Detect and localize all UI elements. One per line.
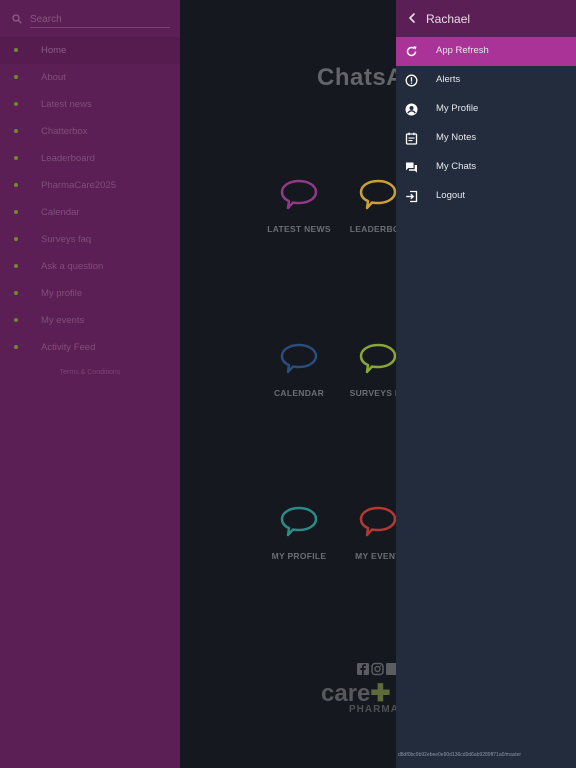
- side-menu-item-label: Activity Feed: [41, 342, 96, 353]
- logout-icon: [406, 190, 418, 203]
- tile-surveys-faq[interactable]: SURVEYS FA: [323, 342, 396, 412]
- chat-bubble-icon: [359, 506, 396, 537]
- side-menu-item-activity-feed[interactable]: Activity Feed: [0, 334, 180, 361]
- chevron-left-icon[interactable]: [406, 11, 418, 25]
- bullet-icon: [14, 183, 18, 187]
- account-circle-icon: [405, 103, 418, 116]
- tile-label: LEADERBOA: [349, 224, 396, 234]
- user-menu-panel: Rachael App Refresh Alerts My Profile My…: [396, 0, 576, 768]
- menu-item-label: App Refresh: [436, 45, 489, 56]
- build-version: d8df0bc9b92ebee0e90d136cd9d6ab9289ff71a0…: [398, 752, 522, 758]
- chat-bubble-icon: [280, 506, 318, 537]
- notes-icon: [405, 132, 418, 145]
- social-links: [357, 662, 396, 676]
- tile-my-events[interactable]: MY EVENT: [323, 505, 396, 575]
- bullet-icon: [14, 75, 18, 79]
- side-menu-item-label: Calendar: [41, 207, 80, 218]
- menu-item-label: My Chats: [436, 161, 477, 172]
- menu-item-label: Alerts: [436, 74, 461, 85]
- search-bar: [0, 6, 180, 34]
- alert-icon: [405, 74, 418, 87]
- chat-bubble-icon: [359, 343, 396, 374]
- menu-item-app-refresh[interactable]: App Refresh: [396, 37, 576, 66]
- side-menu-item-my-profile[interactable]: My profile: [0, 280, 180, 307]
- side-menu-item-my-events[interactable]: My events: [0, 307, 180, 334]
- menu-item-label: My Profile: [436, 103, 479, 114]
- search-icon: [12, 14, 22, 24]
- side-menu-item-label: About: [41, 72, 66, 83]
- side-menu-item-ask-a-question[interactable]: Ask a question: [0, 253, 180, 280]
- facebook-icon[interactable]: [357, 663, 369, 675]
- chats-icon: [406, 162, 417, 173]
- side-menu-item-label: Leaderboard: [41, 153, 95, 164]
- side-menu-item-label: Latest news: [41, 99, 92, 110]
- side-menu-item-calendar[interactable]: Calendar: [0, 199, 180, 226]
- side-menu-item-label: PharmaCare2025: [41, 180, 116, 191]
- side-menu-item-label: Home: [41, 45, 67, 56]
- menu-item-label: My Notes: [436, 132, 477, 143]
- plus-icon: ✚: [370, 680, 391, 707]
- twitter-icon[interactable]: [386, 663, 396, 675]
- bullet-icon: [14, 102, 18, 106]
- bullet-icon: [14, 237, 18, 241]
- main-content: ChatsA LATEST NEWS LEADERBOA CALENDAR SU…: [180, 0, 396, 768]
- side-menu-item-label: Surveys faq: [41, 234, 92, 245]
- side-menu-item-label: My events: [41, 315, 85, 326]
- menu-item-my-profile[interactable]: My Profile: [396, 95, 576, 124]
- tile-leaderboard[interactable]: LEADERBOA: [323, 178, 396, 248]
- tile-label: MY EVENT: [355, 551, 396, 561]
- side-menu-item-label: Chatterbox: [41, 126, 88, 137]
- chat-bubble-icon: [359, 179, 396, 210]
- user-menu-header: Rachael: [396, 0, 576, 37]
- brand-name: care: [321, 680, 371, 707]
- search-input[interactable]: [30, 12, 170, 28]
- brand-subtitle: PHARMAC: [349, 704, 396, 715]
- menu-item-my-notes[interactable]: My Notes: [396, 124, 576, 153]
- menu-item-alerts[interactable]: Alerts: [396, 66, 576, 95]
- side-menu-item-chatterbox[interactable]: Chatterbox: [0, 118, 180, 145]
- app-logo: ChatsA: [317, 64, 396, 91]
- side-menu-item-about[interactable]: About: [0, 64, 180, 91]
- side-menu-item-latest-news[interactable]: Latest news: [0, 91, 180, 118]
- side-menu-item-pharmacare2025[interactable]: PharmaCare2025: [0, 172, 180, 199]
- menu-item-my-chats[interactable]: My Chats: [396, 153, 576, 182]
- bullet-icon: [14, 210, 18, 214]
- bullet-icon: [14, 129, 18, 133]
- chat-bubble-icon: [280, 179, 318, 210]
- tile-label: SURVEYS FA: [349, 388, 396, 398]
- side-menu-item-leaderboard[interactable]: Leaderboard: [0, 145, 180, 172]
- bullet-icon: [14, 318, 18, 322]
- side-menu-item-home[interactable]: Home: [0, 37, 180, 64]
- bullet-icon: [14, 264, 18, 268]
- bullet-icon: [14, 156, 18, 160]
- side-menu: Home About Latest news Chatterbox Leader…: [0, 0, 180, 768]
- user-name: Rachael: [426, 12, 471, 26]
- side-menu-item-surveys-faq[interactable]: Surveys faq: [0, 226, 180, 253]
- menu-item-logout[interactable]: Logout: [396, 182, 576, 211]
- instagram-icon[interactable]: [371, 662, 384, 676]
- side-menu-item-label: Ask a question: [41, 261, 104, 272]
- terms-link[interactable]: Terms & Conditions: [0, 369, 180, 376]
- menu-item-label: Logout: [436, 190, 466, 201]
- side-menu-item-label: My profile: [41, 288, 83, 299]
- chat-bubble-icon: [280, 343, 318, 374]
- bullet-icon: [14, 48, 18, 52]
- bullet-icon: [14, 345, 18, 349]
- refresh-icon: [406, 46, 417, 57]
- bullet-icon: [14, 291, 18, 295]
